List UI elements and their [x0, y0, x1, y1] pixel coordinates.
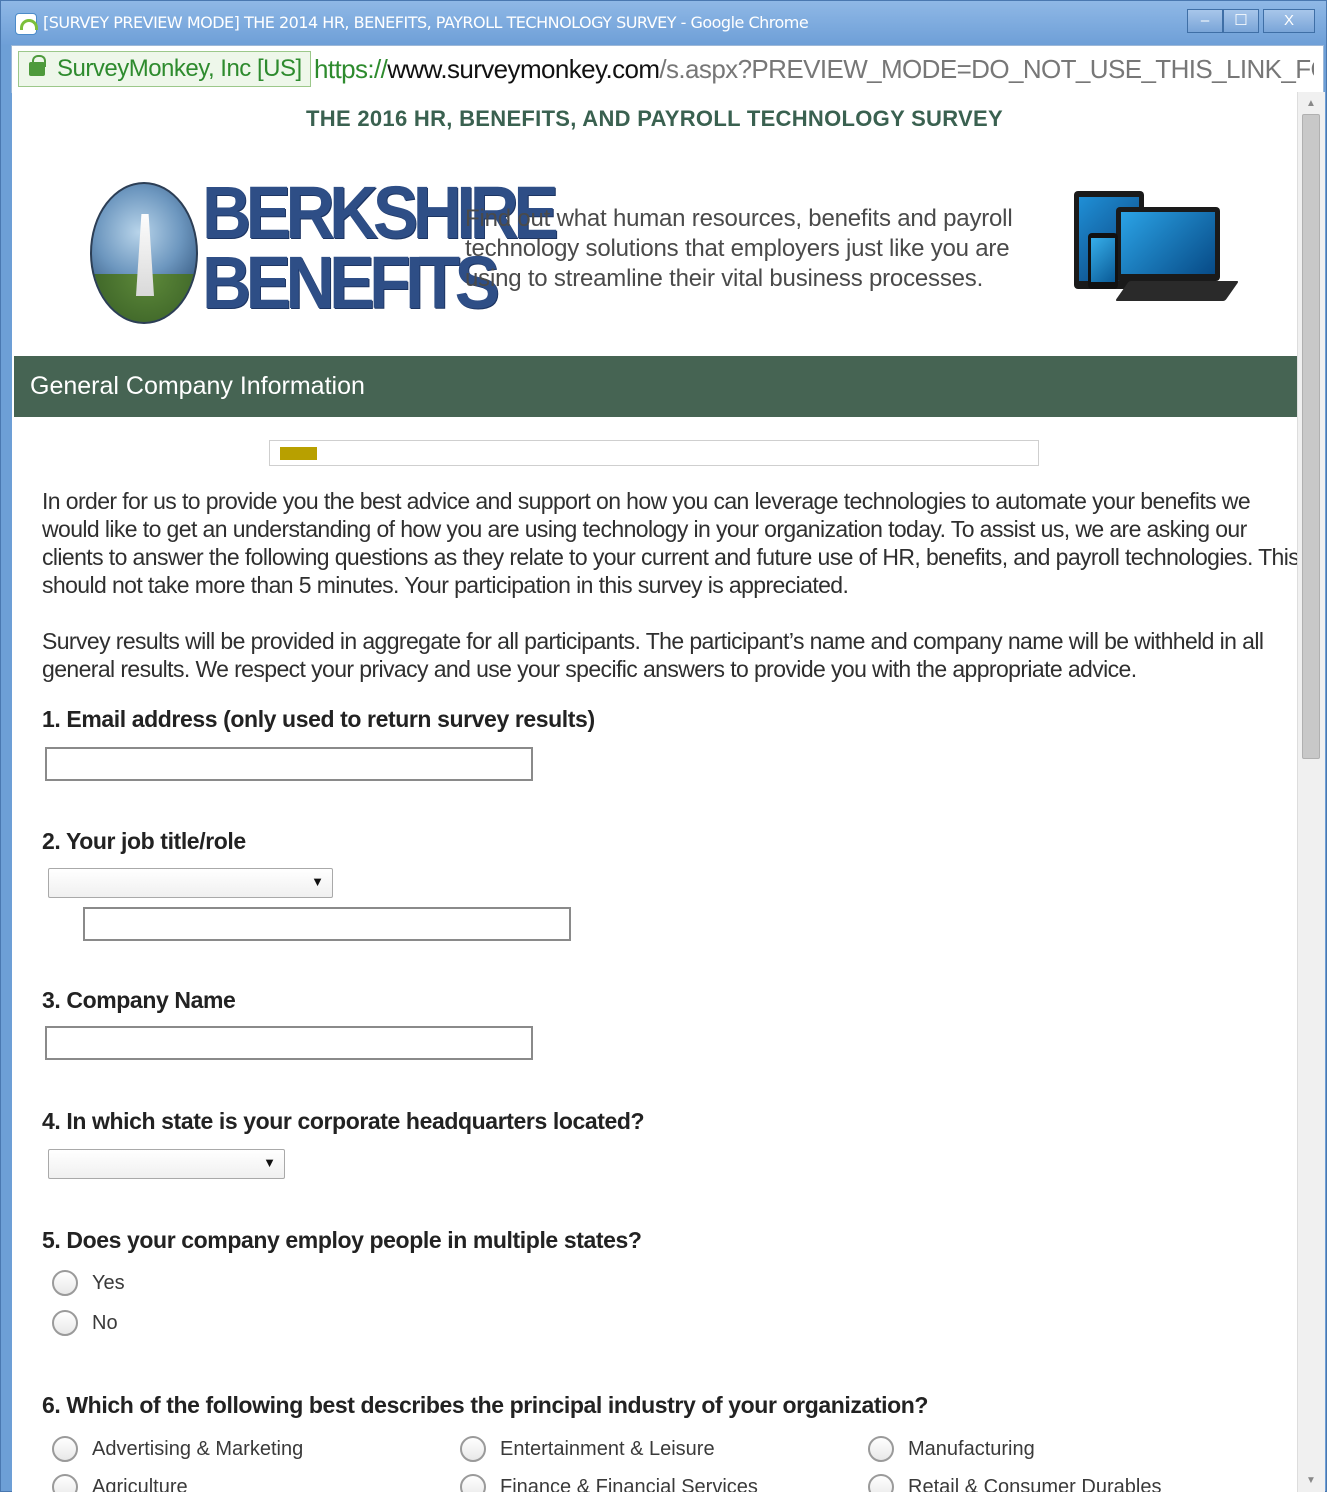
radio-label: Advertising & Marketing	[92, 1437, 304, 1460]
question-1-label: 1. Email address (only used to return su…	[42, 706, 595, 732]
scroll-up-icon[interactable]: ▲	[1306, 98, 1316, 109]
radio-label: No	[92, 1311, 118, 1334]
progress-fill	[280, 447, 317, 460]
radio-circle-icon[interactable]	[52, 1310, 78, 1336]
minimize-button[interactable]: –	[1187, 9, 1223, 33]
progress-bar	[269, 440, 1039, 466]
radio-label: Retail & Consumer Durables	[908, 1475, 1162, 1492]
state-select[interactable]: ▼	[48, 1149, 285, 1179]
radio-label: Yes	[92, 1271, 125, 1294]
section-title: General Company Information	[30, 372, 365, 400]
radio-entertainment-leisure[interactable]: Entertainment & Leisure	[460, 1436, 715, 1462]
intro-paragraph: In order for us to provide you the best …	[42, 488, 1297, 598]
chevron-down-icon: ▼	[311, 874, 324, 889]
radio-yes[interactable]: Yes	[52, 1270, 125, 1296]
tagline: Find out what human resources, benefits …	[465, 205, 1013, 292]
job-title-select[interactable]: ▼	[48, 868, 333, 898]
survey-title: THE 2016 HR, BENEFITS, AND PAYROLL TECHN…	[306, 106, 1003, 131]
radio-no[interactable]: No	[52, 1310, 118, 1336]
lighthouse-logo-icon	[90, 182, 198, 324]
radio-circle-icon[interactable]	[460, 1474, 486, 1492]
scrollbar-thumb[interactable]	[1302, 114, 1320, 759]
radio-label: Manufacturing	[908, 1437, 1035, 1460]
job-title-other-field[interactable]	[83, 907, 571, 941]
question-4-label: 4. In which state is your corporate head…	[42, 1108, 645, 1134]
radio-circle-icon[interactable]	[868, 1436, 894, 1462]
url-text[interactable]: https://www.surveymonkey.com/s.aspx?PREV…	[314, 51, 1314, 87]
email-field[interactable]	[45, 747, 533, 781]
lock-icon	[29, 55, 46, 76]
cert-label: SurveyMonkey, Inc [US]	[57, 55, 302, 82]
chevron-down-icon: ▼	[263, 1155, 276, 1170]
title-bar: [SURVEY PREVIEW MODE] THE 2014 HR, BENEF…	[1, 1, 1326, 45]
radio-agriculture[interactable]: Agriculture	[52, 1474, 188, 1492]
radio-label: Agriculture	[92, 1475, 188, 1492]
security-badge[interactable]: SurveyMonkey, Inc [US]	[18, 51, 311, 87]
section-header: General Company Information	[14, 356, 1297, 417]
url-host: www.surveymonkey.com	[387, 54, 660, 84]
address-bar[interactable]: SurveyMonkey, Inc [US] https://www.surve…	[11, 45, 1324, 93]
question-3-label: 3. Company Name	[42, 987, 236, 1013]
app-icon	[15, 13, 38, 35]
page-content: THE 2016 HR, BENEFITS, AND PAYROLL TECHN…	[12, 92, 1297, 1492]
question-2-label: 2. Your job title/role	[42, 828, 246, 854]
company-name-field[interactable]	[45, 1026, 533, 1060]
devices-icon	[1070, 187, 1240, 317]
question-6-label: 6. Which of the following best describes…	[42, 1392, 929, 1418]
vertical-scrollbar[interactable]: ▲ ▼	[1297, 92, 1325, 1492]
radio-circle-icon[interactable]	[52, 1436, 78, 1462]
radio-label: Entertainment & Leisure	[500, 1437, 715, 1460]
radio-advertising-marketing[interactable]: Advertising & Marketing	[52, 1436, 303, 1462]
privacy-paragraph: Survey results will be provided in aggre…	[42, 628, 1264, 682]
radio-label: Finance & Financial Services	[500, 1475, 758, 1492]
close-button[interactable]: X	[1263, 9, 1315, 33]
radio-circle-icon[interactable]	[52, 1474, 78, 1492]
radio-circle-icon[interactable]	[868, 1474, 894, 1492]
url-scheme: https://	[314, 54, 388, 84]
radio-circle-icon[interactable]	[52, 1270, 78, 1296]
maximize-button[interactable]: ☐	[1223, 9, 1259, 33]
scroll-down-icon[interactable]: ▼	[1306, 1475, 1316, 1486]
window-title: [SURVEY PREVIEW MODE] THE 2014 HR, BENEF…	[43, 13, 809, 32]
question-5-label: 5. Does your company employ people in mu…	[42, 1227, 642, 1253]
url-path: /s.aspx?PREVIEW_MODE=DO_NOT_USE_THIS_LIN…	[659, 54, 1314, 84]
radio-retail[interactable]: Retail & Consumer Durables	[868, 1474, 1161, 1492]
radio-circle-icon[interactable]	[460, 1436, 486, 1462]
radio-finance[interactable]: Finance & Financial Services	[460, 1474, 758, 1492]
radio-manufacturing[interactable]: Manufacturing	[868, 1436, 1035, 1462]
